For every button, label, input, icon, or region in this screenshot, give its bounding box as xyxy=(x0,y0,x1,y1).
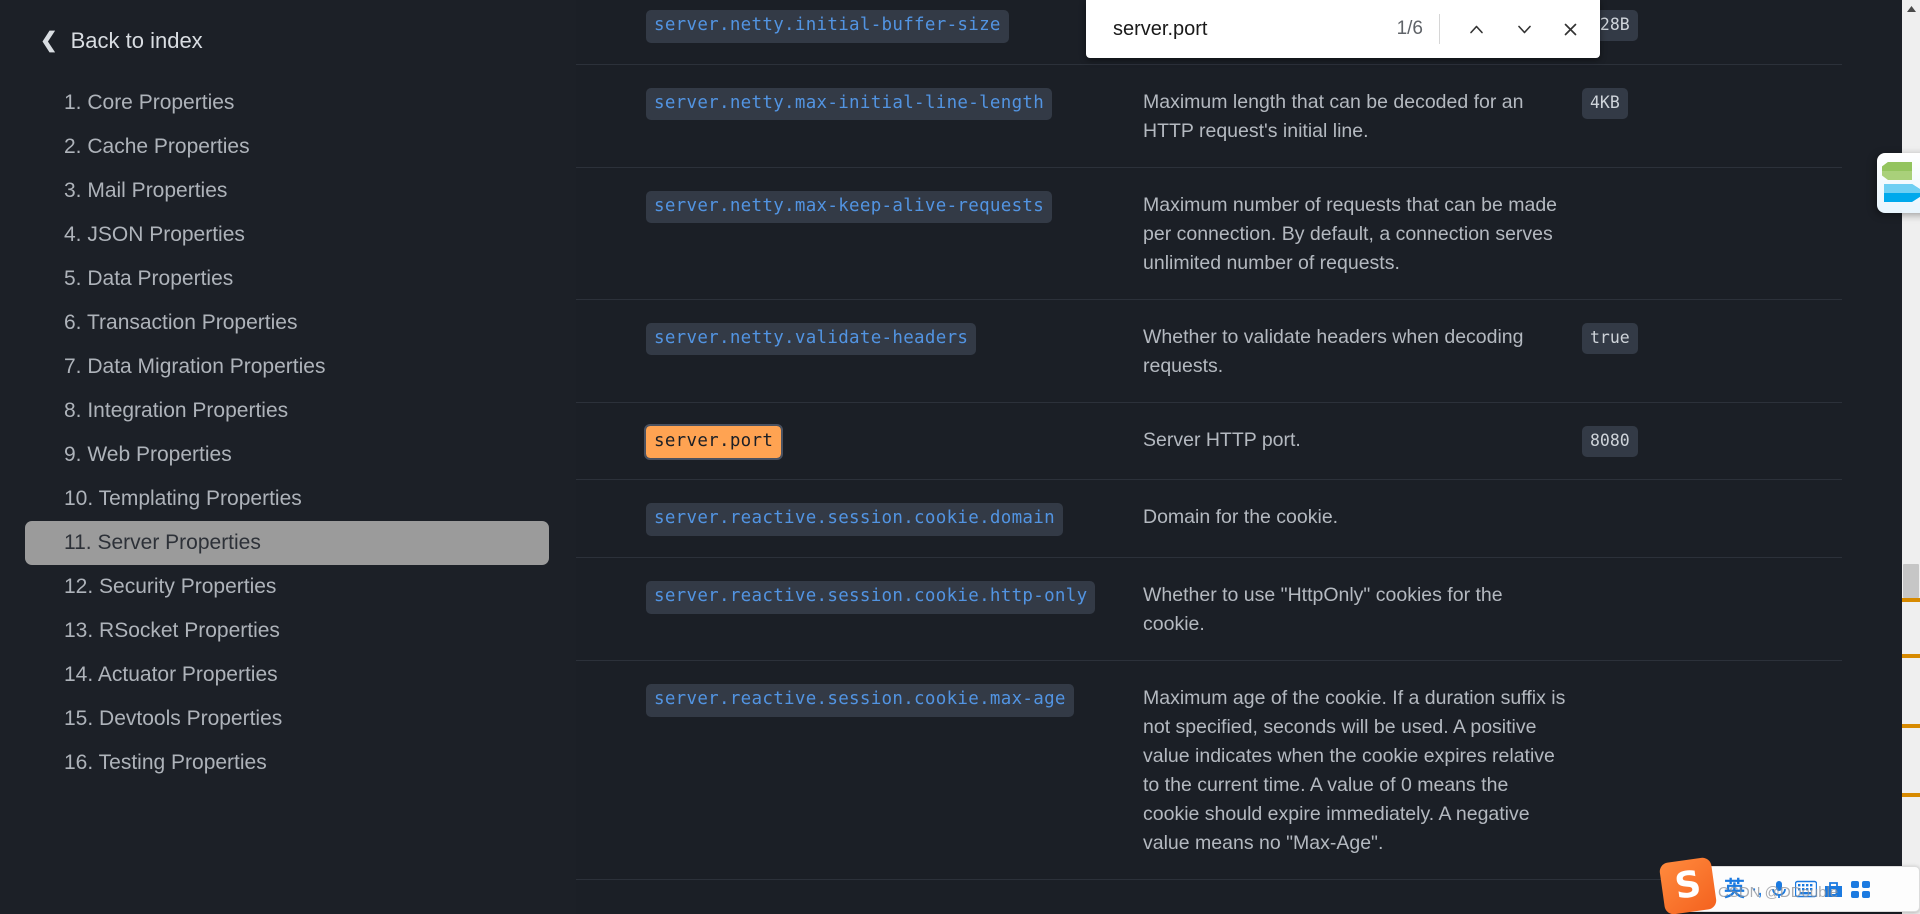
vertical-scrollbar[interactable] xyxy=(1902,0,1920,914)
chevron-down-icon[interactable] xyxy=(1504,9,1544,49)
property-key-cell: server.netty.max-keep-alive-requests xyxy=(576,190,1143,224)
property-key-active-match[interactable]: server.port xyxy=(643,423,784,461)
property-default-cell: 8080 xyxy=(1579,425,1709,457)
scrollbar-thumb[interactable] xyxy=(1903,564,1919,598)
find-match-counter: 1/6 xyxy=(1396,18,1423,39)
mic-icon[interactable] xyxy=(1769,879,1789,900)
sidebar-item-14[interactable]: 15. Devtools Properties xyxy=(25,697,549,741)
sidebar-item-label: 14. Actuator Properties xyxy=(64,663,278,686)
sidebar-item-label: 10. Templating Properties xyxy=(64,487,302,510)
sidebar-item-3[interactable]: 4. JSON Properties xyxy=(25,213,549,257)
property-key-cell: server.netty.max-initial-line-length xyxy=(576,87,1143,121)
table-row: server.netty.max-initial-line-length Maxi… xyxy=(576,65,1842,168)
sidebar-item-label: 3. Mail Properties xyxy=(64,179,228,202)
table-row: server.port Server HTTP port. 8080 xyxy=(576,403,1842,481)
table-row: server.reactive.session.cookie.http-only… xyxy=(576,558,1842,661)
sidebar-item-12[interactable]: 13. RSocket Properties xyxy=(25,609,549,653)
toolbox-icon[interactable] xyxy=(1823,880,1844,899)
table-of-contents: 1. Core Properties 2. Cache Properties 3. … xyxy=(0,81,576,785)
sidebar-item-label: 9. Web Properties xyxy=(64,443,232,466)
sidebar-item-6[interactable]: 7. Data Migration Properties xyxy=(25,345,549,389)
sidebar-item-2[interactable]: 3. Mail Properties xyxy=(25,169,549,213)
property-default-value: 4KB xyxy=(1582,87,1628,119)
property-key[interactable]: server.reactive.session.cookie.max-age xyxy=(646,683,1074,717)
sidebar-item-label: 16. Testing Properties xyxy=(64,751,267,774)
find-divider xyxy=(1439,14,1440,44)
sidebar-item-label: 8. Integration Properties xyxy=(64,399,289,422)
property-key-cell: server.reactive.session.cookie.max-age xyxy=(576,683,1143,717)
property-description-cell: Maximum age of the cookie. If a duration… xyxy=(1143,686,1566,854)
sidebar-item-0[interactable]: 1. Core Properties xyxy=(25,81,549,125)
sidebar-item-label: 6. Transaction Properties xyxy=(64,311,298,334)
property-default-value: 8080 xyxy=(1582,425,1638,457)
property-description-cell: Domain for the cookie. xyxy=(1143,506,1339,529)
sidebar-item-label: 4. JSON Properties xyxy=(64,223,245,246)
chevron-up-icon[interactable] xyxy=(1456,9,1496,49)
sidebar-item-11[interactable]: 12. Security Properties xyxy=(25,565,549,609)
property-description-cell: Maximum number of requests that can be m… xyxy=(1143,193,1558,274)
property-key[interactable]: server.netty.max-keep-alive-requests xyxy=(646,190,1053,224)
apps-icon[interactable] xyxy=(1850,880,1871,899)
property-key[interactable]: server.netty.validate-headers xyxy=(646,322,977,356)
property-key-cell: server.netty.validate-headers xyxy=(576,322,1143,356)
property-key[interactable]: server.netty.initial-buffer-size xyxy=(646,10,1009,43)
property-default-cell: 4KB xyxy=(1579,87,1709,119)
sidebar-item-label: 5. Data Properties xyxy=(64,267,234,290)
chevron-left-icon: ❮ xyxy=(40,28,58,52)
property-description-cell: Server HTTP port. xyxy=(1143,428,1301,451)
sidebar-item-label: 13. RSocket Properties xyxy=(64,619,280,642)
property-key[interactable]: server.reactive.session.cookie.domain xyxy=(646,503,1063,536)
table-row: server.netty.validate-headers Whether to … xyxy=(576,300,1842,403)
ime-toolbar: 英 ·, xyxy=(1679,866,1920,912)
sidebar-item-7[interactable]: 8. Integration Properties xyxy=(25,389,549,433)
sidebar-item-label: 12. Security Properties xyxy=(64,575,277,598)
property-key[interactable]: server.reactive.session.cookie.http-only xyxy=(646,580,1096,614)
table-row: server.reactive.session.cookie.max-age Ma… xyxy=(576,661,1842,880)
property-key-cell: server.port xyxy=(576,423,1143,461)
scrollbar-match-tick-0 xyxy=(1902,598,1920,602)
sidebar-item-13[interactable]: 14. Actuator Properties xyxy=(25,653,549,697)
table-row: server.netty.max-keep-alive-requests Maxi… xyxy=(576,168,1842,300)
keyboard-icon[interactable] xyxy=(1794,880,1817,898)
ime-punctuation-toggle[interactable]: ·, xyxy=(1751,880,1763,899)
page-root: ❮ Back to index 1. Core Properties 2. Cac… xyxy=(0,0,1920,914)
scrollbar-match-tick-3 xyxy=(1902,793,1920,797)
sidebar-item-5[interactable]: 6. Transaction Properties xyxy=(25,301,549,345)
property-description-cell: Maximum length that can be decoded for a… xyxy=(1143,90,1524,142)
sidebar-item-label: 7. Data Migration Properties xyxy=(64,355,326,378)
scrollbar-match-tick-2 xyxy=(1902,724,1920,728)
sidebar-item-1[interactable]: 2. Cache Properties xyxy=(25,125,549,169)
sidebar-item-label: 11. Server Properties xyxy=(64,531,261,554)
sidebar-item-label: 2. Cache Properties xyxy=(64,135,250,158)
property-key-cell: server.reactive.session.cookie.domain xyxy=(576,503,1143,536)
property-key[interactable]: server.netty.max-initial-line-length xyxy=(646,87,1053,121)
sidebar-item-8[interactable]: 9. Web Properties xyxy=(25,433,549,477)
sidebar-item-label: 15. Devtools Properties xyxy=(64,707,283,730)
property-default-cell: true xyxy=(1579,322,1709,354)
scroll-up-arrow-icon[interactable] xyxy=(1902,0,1920,18)
ime-mode-toggle[interactable]: 英 xyxy=(1724,878,1745,900)
property-key-cell: server.reactive.session.cookie.http-only xyxy=(576,580,1143,614)
translate-arrows-icon xyxy=(1882,162,1920,202)
sidebar-item-label: 1. Core Properties xyxy=(64,91,235,114)
find-input[interactable] xyxy=(1113,17,1363,41)
back-to-index-link[interactable]: ❮ Back to index xyxy=(40,28,203,54)
sidebar-item-15[interactable]: 16. Testing Properties xyxy=(25,741,549,785)
sidebar: ❮ Back to index 1. Core Properties 2. Cac… xyxy=(0,0,576,914)
scrollbar-match-tick-1 xyxy=(1902,654,1920,658)
back-to-index-label: Back to index xyxy=(70,28,203,53)
table-row: server.reactive.session.cookie.domain Dom… xyxy=(576,480,1842,558)
sidebar-item-10[interactable]: 11. Server Properties xyxy=(25,521,549,565)
property-key-cell: server.netty.initial-buffer-size xyxy=(576,10,1143,43)
sogou-ime-logo-icon[interactable]: S xyxy=(1658,856,1718,914)
sidebar-item-4[interactable]: 5. Data Properties xyxy=(25,257,549,301)
find-in-page-bar: 1/6 xyxy=(1086,0,1600,58)
property-default-value: true xyxy=(1582,322,1638,354)
sidebar-item-9[interactable]: 10. Templating Properties xyxy=(25,477,549,521)
translate-widget[interactable] xyxy=(1877,153,1920,213)
property-description-cell: Whether to validate headers when decodin… xyxy=(1143,325,1524,377)
property-description-cell: Whether to use "HttpOnly" cookies for th… xyxy=(1143,583,1503,635)
close-icon[interactable] xyxy=(1550,9,1590,49)
properties-table: server.netty.initial-buffer-sizeThe init… xyxy=(576,0,1842,914)
